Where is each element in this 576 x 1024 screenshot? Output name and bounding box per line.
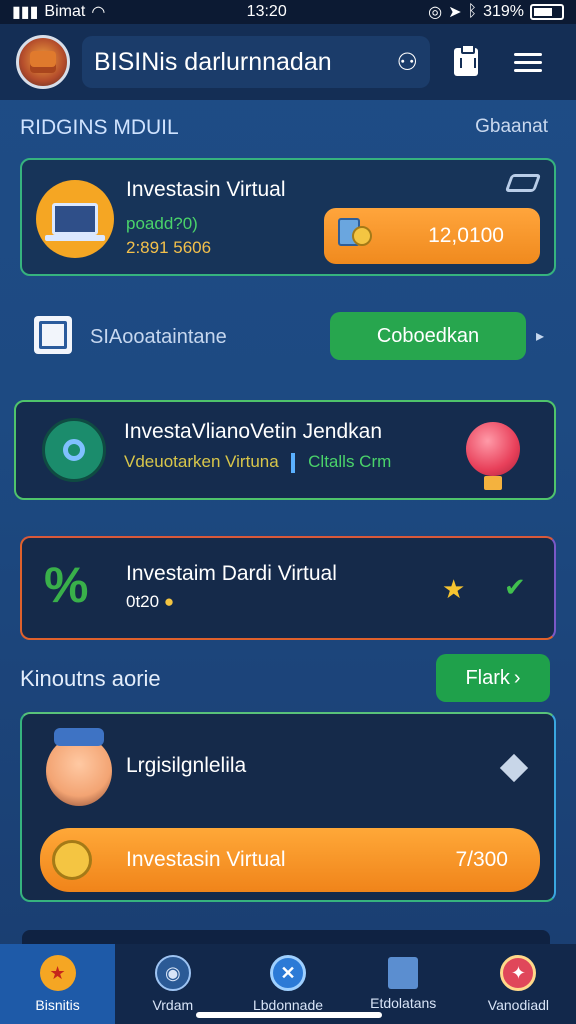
card-title: Investaim Dardi Virtual <box>126 562 337 585</box>
globe-icon: ◉ <box>154 955 191 991</box>
section-link[interactable]: Gbaanat <box>475 116 548 140</box>
flark-button[interactable]: Flark › <box>436 654 550 702</box>
coin-icon <box>52 840 92 880</box>
subtitle-right: Cltalls Crm <box>308 452 392 471</box>
lightbulb-icon <box>466 422 520 490</box>
clipboard-button[interactable] <box>440 36 492 88</box>
key-icon <box>42 418 106 482</box>
hamburger-icon <box>514 48 542 77</box>
investment-card-3[interactable]: % Investaim Dardi Virtual 0t20 ● ★ ✔ <box>20 536 556 640</box>
row-label: SIAooataintane <box>90 326 227 348</box>
percent-icon: % <box>44 557 89 613</box>
box-icon <box>388 957 419 989</box>
card-value: 2:891 5606 <box>126 238 212 257</box>
wifi-icon: ◠ <box>91 4 106 21</box>
clipboard-icon <box>454 44 478 76</box>
card-value-text: 0t20 <box>126 592 160 611</box>
app-header: BISINis darlurnnadan ⚇ <box>0 24 576 100</box>
avatar-chest-icon <box>30 51 56 73</box>
investment-card-1[interactable]: Investasin Virtual poadd?0) 2:891 5606 1… <box>20 158 556 276</box>
tag-icon[interactable] <box>504 174 542 192</box>
page-title: BISINis darlurnnadan <box>94 47 332 76</box>
button-value: 7/300 <box>455 848 508 871</box>
chevron-right-icon[interactable]: ▸ <box>536 326 544 346</box>
diamond-icon[interactable] <box>499 753 529 783</box>
card-subtitle: poadd?0) <box>126 214 198 233</box>
star-icon[interactable]: ★ <box>442 574 465 605</box>
virtual-invest-button[interactable]: Investasin Virtual 7/300 <box>40 828 540 892</box>
coin-stack-icon <box>338 218 376 254</box>
card-title: InvestaVlianoVetin Jendkan <box>124 420 383 443</box>
investment-card-4[interactable]: Lrgisilgnlelila Investasin Virtual 7/300 <box>20 712 556 902</box>
bluetooth-icon: ᛒ <box>467 3 478 20</box>
badge-icon: ✦ <box>500 955 537 991</box>
status-bar: ▮▮▮ Bimat ◠ 13:20 ◎ ➤ ᛒ 319% <box>0 0 576 24</box>
flark-button-label: Flark <box>465 666 510 689</box>
laptop-icon <box>36 180 114 258</box>
location-icon: ➤ <box>448 4 462 21</box>
nav-label: Bisnitis <box>35 997 80 1013</box>
section-header: RIDGINS MDUIL Gbaanat <box>20 116 548 140</box>
nav-label: Lbdonnade <box>252 997 324 1013</box>
subtitle-left: Vdeuotarken Virtuna <box>124 452 279 471</box>
battery-icon <box>530 4 564 20</box>
invest-amount-button[interactable]: 12,0100 <box>324 208 540 264</box>
clock: 13:20 <box>246 3 287 20</box>
status-left: ▮▮▮ Bimat ◠ <box>12 2 105 22</box>
button-label: Investasin Virtual <box>126 848 286 871</box>
menu-button[interactable] <box>502 36 554 88</box>
close-circle-icon: ✕ <box>270 955 306 991</box>
star-icon: ★ <box>39 955 76 991</box>
signal-icon: ▮▮▮ <box>12 4 39 21</box>
investment-card-2[interactable]: InvestaVlianoVetin Jendkan Vdeuotarken V… <box>14 400 556 500</box>
status-right: ◎ ➤ ᛒ 319% <box>428 2 564 22</box>
check-icon[interactable]: ✔ <box>504 572 526 603</box>
nav-item-vanodiadl[interactable]: ✦ Vanodiadl <box>461 944 576 1024</box>
nav-label: Vrdam <box>152 997 194 1013</box>
qr-icon[interactable] <box>34 316 72 354</box>
carrier-label: Bimat <box>44 3 86 20</box>
collect-button[interactable]: Coboedkan <box>330 312 526 360</box>
user-icon[interactable]: ⚇ <box>396 48 418 77</box>
battery-percent: 319% <box>483 3 524 20</box>
home-indicator[interactable] <box>196 1012 382 1018</box>
avatar[interactable] <box>16 35 70 89</box>
card-subtitle: Vdeuotarken Virtuna Cltalls Crm <box>124 452 391 473</box>
section-title: RIDGINS MDUIL <box>20 116 179 139</box>
nav-item-bisnis[interactable]: ★ Bisnitis <box>0 944 116 1024</box>
partial-card <box>22 930 550 944</box>
separator-bar <box>291 452 296 473</box>
chevron-right-icon: › <box>513 666 521 689</box>
coin-icon: ● <box>163 592 175 611</box>
card-title: Investasin Virtual <box>126 178 286 201</box>
section-title-2: Kinoutns aorie <box>20 666 161 691</box>
card-value: 0t20 ● <box>126 592 174 612</box>
invest-amount: 12,0100 <box>428 224 504 247</box>
card-title: Lrgisilgnlelila <box>126 754 247 777</box>
character-icon <box>46 728 112 806</box>
nav-label: Vanodiadl <box>487 997 550 1013</box>
nav-label: Etdolatans <box>370 995 437 1011</box>
header-title-box[interactable]: BISINis darlurnnadan ⚇ <box>82 36 430 88</box>
alarm-icon: ◎ <box>428 4 443 21</box>
